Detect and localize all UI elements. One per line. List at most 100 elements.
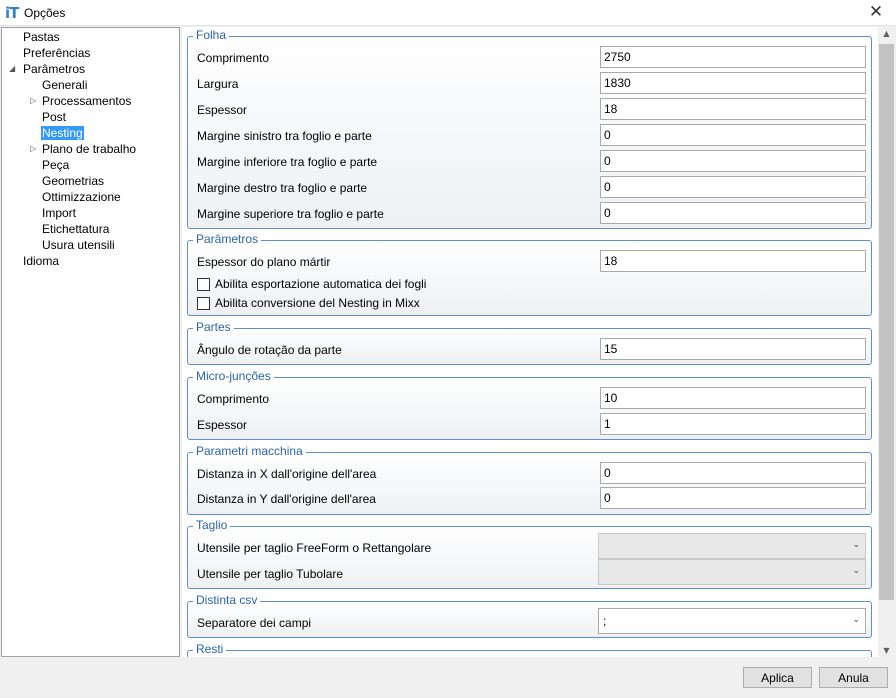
- auto-export-checkbox[interactable]: [197, 278, 210, 291]
- freeform-tool-select[interactable]: ⌄: [598, 533, 866, 559]
- field-label: Margine superiore tra foglio e parte: [197, 207, 384, 221]
- tree-item-etichettatura[interactable]: Etichettatura: [42, 222, 109, 237]
- checkbox-label: Abilita conversione del Nesting in Mixx: [215, 296, 420, 310]
- tree-item-import[interactable]: Import: [42, 206, 76, 221]
- margin-top-input[interactable]: 0: [600, 202, 866, 224]
- field-label: Largura: [197, 77, 239, 91]
- group-partes: Partes Ângulo de rotação da parte 15: [187, 320, 872, 365]
- navigation-tree: Pastas Preferências ◢ Parâmetros General…: [1, 27, 180, 657]
- margin-right-input[interactable]: 0: [600, 176, 866, 198]
- tree-item-label: Import: [42, 206, 77, 220]
- group-micro-juncoes: Micro-junções Comprimento 10 Espessor 1: [187, 369, 872, 440]
- close-button[interactable]: ✕: [856, 0, 896, 26]
- csv-separator-select[interactable]: ; ⌄: [598, 608, 866, 634]
- tree-item-nesting[interactable]: Nesting: [41, 126, 84, 141]
- field-label: Distanza in Y dall'origine dell'area: [197, 492, 376, 506]
- tree-item-ottimizzazione[interactable]: Ottimizzazione: [42, 190, 121, 205]
- tree-item-label: Post: [42, 110, 67, 124]
- group-distinta-csv: Distinta csv Separatore dei campi ; ⌄: [187, 593, 872, 638]
- origin-y-input[interactable]: 0: [600, 487, 866, 509]
- cancel-button[interactable]: Anula: [819, 667, 888, 688]
- group-header: Folha: [193, 28, 230, 43]
- group-folha: Folha Comprimento 2750 Largura 1830 Espe…: [187, 28, 872, 229]
- field-label: Utensile per taglio Tubolare: [197, 567, 344, 581]
- largura-input[interactable]: 1830: [600, 72, 866, 94]
- tree-item-plano-de-trabalho[interactable]: Plano de trabalho: [42, 142, 136, 157]
- tree-item-post[interactable]: Post: [42, 110, 66, 125]
- tree-item-peca[interactable]: Peça: [42, 158, 69, 173]
- group-parametri-macchina: Parametri macchina Distanza in X dall'or…: [187, 444, 872, 515]
- tree-item-label: Preferências: [23, 46, 91, 60]
- field-label: Espessor: [197, 103, 248, 117]
- group-taglio: Taglio Utensile per taglio FreeForm o Re…: [187, 518, 872, 589]
- margin-left-input[interactable]: 0: [600, 124, 866, 146]
- window-title: Opções: [24, 6, 66, 20]
- nesting-mixx-checkbox[interactable]: [197, 297, 210, 310]
- espessor-plano-martir-input[interactable]: 18: [600, 250, 866, 272]
- title-bar: iT Opções ✕: [0, 0, 896, 26]
- field-label: Ângulo de rotação da parte: [197, 343, 342, 357]
- tree-item-label: Plano de trabalho: [42, 142, 137, 156]
- rotation-angle-input[interactable]: 15: [600, 338, 866, 360]
- tubolare-tool-select[interactable]: ⌄: [598, 559, 866, 585]
- vertical-scrollbar[interactable]: ▲ ▼: [878, 27, 895, 657]
- apply-button[interactable]: Aplica: [743, 667, 812, 688]
- tree-item-preferencias[interactable]: Preferências: [23, 46, 90, 61]
- field-label: Comprimento: [197, 392, 270, 406]
- tree-item-generali[interactable]: Generali: [42, 78, 87, 93]
- chevron-down-icon: ⌄: [852, 566, 860, 576]
- tree-item-geometrias[interactable]: Geometrias: [42, 174, 104, 189]
- chevron-down-icon: ⌄: [852, 540, 860, 550]
- group-header: Micro-junções: [193, 369, 274, 384]
- tree-item-label: Processamentos: [42, 94, 132, 108]
- scroll-down-icon[interactable]: ▼: [878, 646, 895, 655]
- tree-item-idioma[interactable]: Idioma: [23, 254, 59, 269]
- field-label: Comprimento: [197, 51, 270, 65]
- scroll-up-icon[interactable]: ▲: [878, 29, 895, 38]
- field-label: Espessor do plano mártir: [197, 255, 331, 269]
- collapsed-triangle-icon[interactable]: ▷: [30, 96, 36, 105]
- group-header: Distinta csv: [193, 593, 261, 608]
- comprimento-input[interactable]: 2750: [600, 46, 866, 68]
- tree-item-label: Ottimizzazione: [42, 190, 121, 204]
- field-label: Distanza in X dall'origine dell'area: [197, 467, 377, 481]
- checkbox-label: Abilita esportazione automatica dei fogl…: [215, 277, 427, 291]
- tree-item-pastas[interactable]: Pastas: [23, 30, 60, 45]
- group-header: Taglio: [193, 518, 231, 533]
- field-label: Utensile per taglio FreeForm o Rettangol…: [197, 541, 432, 555]
- tree-item-parametros[interactable]: Parâmetros: [23, 62, 85, 77]
- group-header: Resti: [193, 642, 227, 657]
- expanded-triangle-icon[interactable]: ◢: [9, 64, 15, 73]
- field-label: Margine inferiore tra foglio e parte: [197, 155, 378, 169]
- micro-comprimento-input[interactable]: 10: [600, 387, 866, 409]
- close-icon: ✕: [868, 2, 884, 22]
- tree-item-label: Nesting: [41, 126, 84, 140]
- field-label: Espessor: [197, 418, 248, 432]
- tree-item-label: Usura utensili: [42, 238, 115, 252]
- chevron-down-icon: ⌄: [852, 615, 860, 625]
- group-parametros: Parâmetros Espessor do plano mártir 18 A…: [187, 232, 872, 316]
- tree-item-label: Etichettatura: [42, 222, 110, 236]
- tree-item-label: Idioma: [23, 254, 60, 268]
- tree-item-label: Parâmetros: [23, 62, 86, 76]
- select-value: ;: [603, 614, 607, 628]
- margin-bottom-input[interactable]: 0: [600, 150, 866, 172]
- micro-espessor-input[interactable]: 1: [600, 413, 866, 435]
- group-resti: Resti: [187, 642, 872, 657]
- espessor-input[interactable]: 18: [600, 98, 866, 120]
- group-header: Parametri macchina: [193, 444, 306, 459]
- collapsed-triangle-icon[interactable]: ▷: [30, 144, 36, 153]
- field-label: Separatore dei campi: [197, 616, 312, 630]
- tree-item-usura-utensili[interactable]: Usura utensili: [42, 238, 115, 253]
- tree-item-label: Pastas: [23, 30, 60, 44]
- field-label: Margine sinistro tra foglio e parte: [197, 129, 372, 143]
- origin-x-input[interactable]: 0: [600, 462, 866, 484]
- group-header: Partes: [193, 320, 234, 335]
- settings-panel: Folha Comprimento 2750 Largura 1830 Espe…: [182, 27, 878, 657]
- tree-item-processamentos[interactable]: Processamentos: [42, 94, 131, 109]
- tree-item-label: Generali: [42, 78, 88, 92]
- app-logo-icon: iT: [5, 4, 19, 22]
- tree-item-label: Geometrias: [42, 174, 105, 188]
- scroll-thumb[interactable]: [879, 44, 894, 600]
- field-label: Margine destro tra foglio e parte: [197, 181, 368, 195]
